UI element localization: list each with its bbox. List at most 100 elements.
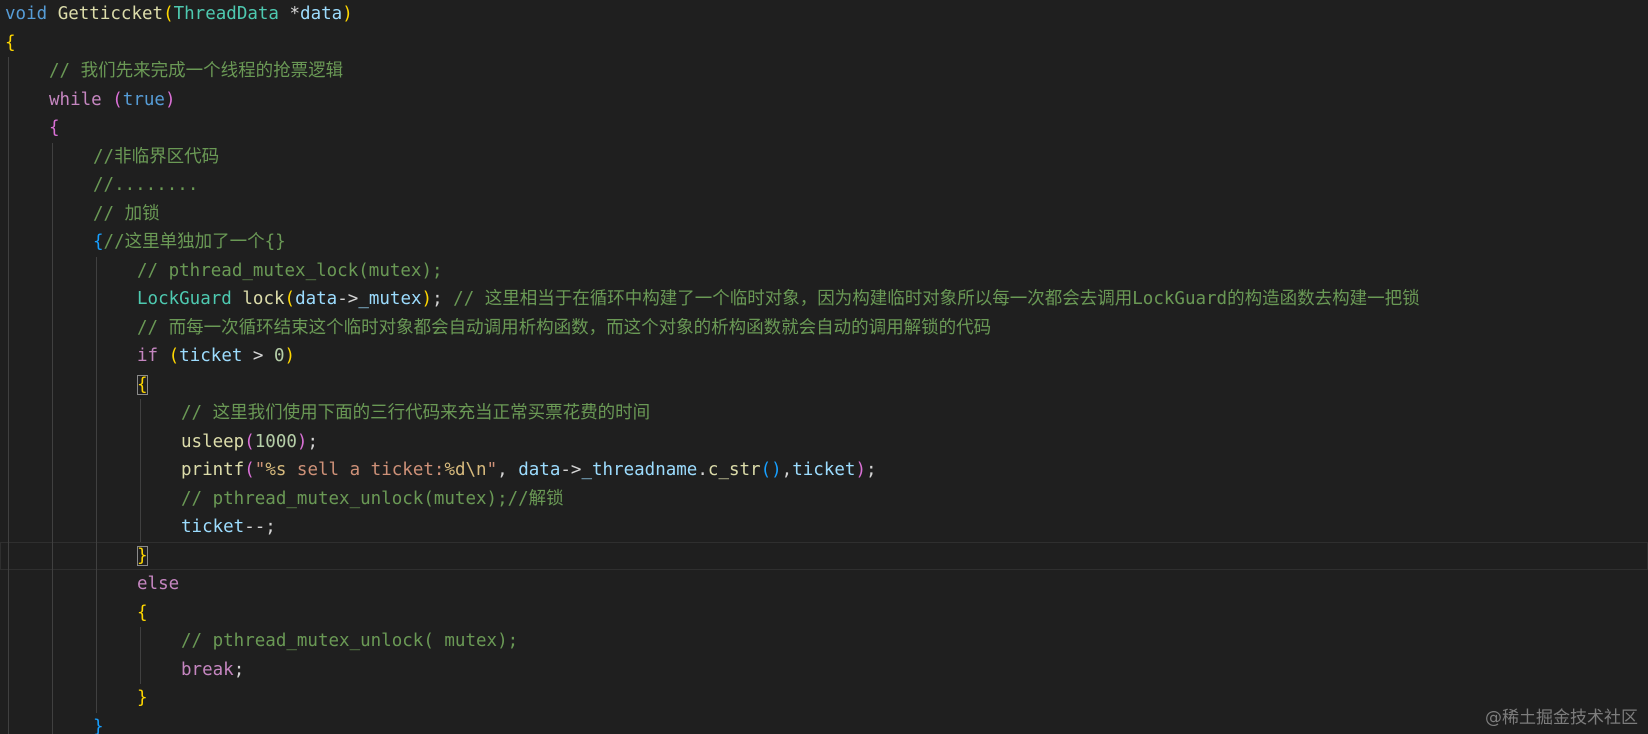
code-line[interactable]: if (ticket > 0) [0, 342, 1648, 371]
indent-guide [52, 427, 53, 456]
indent-guide [8, 313, 9, 342]
code-token: // 我们先来完成一个线程的抢票逻辑 [49, 61, 344, 81]
code-token: data [295, 289, 338, 309]
code-token: Getticcket [57, 4, 164, 24]
code-token: // 这里我们使用下面的三行代码来充当正常买票花费的时间 [181, 403, 651, 423]
code-lines[interactable]: void Getticcket(ThreadData *data){// 我们先… [0, 0, 1648, 734]
code-token: else [137, 574, 180, 594]
code-line-content: break; [181, 656, 244, 685]
code-line[interactable]: // 这里我们使用下面的三行代码来充当正常买票花费的时间 [0, 399, 1648, 428]
code-line[interactable]: // pthread_mutex_unlock( mutex); [0, 627, 1648, 656]
code-token: ticket [792, 460, 856, 480]
code-token: // 这里相当于在循环中构建了一个临时对象，因为构建临时对象所以每一次都会去调用… [453, 289, 1420, 309]
code-line[interactable]: else [0, 570, 1648, 599]
code-line[interactable]: //非临界区代码 [0, 142, 1648, 171]
code-token: // 加锁 [93, 203, 160, 224]
code-token: ) [164, 89, 176, 110]
code-line[interactable]: // 而每一次循环结束这个临时对象都会自动调用析构函数，而这个对象的析构函数就会… [0, 313, 1648, 343]
indent-guide [52, 142, 53, 171]
indent-guide [96, 484, 97, 513]
code-line-content: { [137, 599, 148, 628]
indent-guide [96, 256, 97, 285]
indent-guide [52, 684, 53, 713]
code-line[interactable]: usleep(1000); [0, 427, 1648, 456]
code-line-content: // pthread_mutex_unlock( mutex); [181, 627, 518, 656]
indent-guide [52, 399, 53, 428]
code-line[interactable]: { [0, 114, 1648, 143]
code-line-content: // 这里我们使用下面的三行代码来充当正常买票花费的时间 [181, 399, 650, 428]
code-token: break [181, 659, 234, 680]
code-line[interactable]: {//这里单独加了一个{} [0, 228, 1648, 257]
code-token: %s [265, 460, 287, 480]
code-line[interactable]: } [0, 712, 1648, 734]
indent-guide [8, 655, 9, 684]
code-token: ( [163, 4, 174, 24]
code-token: { [93, 232, 104, 252]
code-line-content: } [137, 684, 148, 713]
indent-guide [8, 342, 9, 371]
code-line[interactable]: void Getticcket(ThreadData *data) [0, 0, 1648, 29]
code-line-content: // 而每一次循环结束这个临时对象都会自动调用析构函数，而这个对象的析构函数就会… [137, 314, 991, 343]
code-line[interactable]: { [0, 370, 1648, 399]
indent-guide [96, 627, 97, 656]
code-token: ; [865, 460, 877, 480]
code-token: -> [560, 460, 582, 480]
code-line-content: { [49, 114, 60, 143]
code-token: while [49, 89, 102, 110]
indent-guide [8, 85, 9, 114]
code-token: " [254, 460, 266, 480]
code-editor[interactable]: void Getticcket(ThreadData *data){// 我们先… [0, 0, 1648, 734]
code-line-content: {//这里单独加了一个{} [93, 228, 286, 257]
indent-guide [52, 370, 53, 399]
indent-guide [52, 513, 53, 542]
indent-guide [52, 598, 53, 627]
code-token: } [93, 716, 104, 734]
code-token: -> [337, 289, 359, 309]
code-line[interactable]: } [0, 684, 1648, 713]
code-line[interactable]: // pthread_mutex_lock(mutex); [0, 256, 1648, 286]
code-token: ; [307, 431, 319, 452]
code-line[interactable]: } [0, 541, 1648, 570]
code-line[interactable]: while (true) [0, 85, 1648, 114]
code-line-content: // pthread_mutex_unlock(mutex);//解锁 [181, 485, 564, 514]
indent-guide [8, 57, 9, 86]
code-line[interactable]: { [0, 598, 1648, 628]
indent-guide [8, 513, 9, 542]
code-token: ) [855, 460, 866, 480]
indent-guide [96, 285, 97, 314]
indent-guide [140, 484, 141, 513]
code-token: _mutex [358, 289, 422, 309]
code-line[interactable]: break; [0, 655, 1648, 685]
code-token: ( [244, 431, 255, 452]
code-token: > [242, 346, 274, 366]
indent-guide [96, 655, 97, 684]
code-token: ( [284, 289, 296, 309]
code-line[interactable]: LockGuard lock(data->_mutex); // 这里相当于在循… [0, 285, 1648, 314]
code-token: ; [233, 659, 245, 680]
code-token: ticket [179, 346, 243, 366]
code-token: // pthread_mutex_unlock(mutex);//解锁 [181, 488, 564, 509]
code-token: ; [432, 289, 454, 309]
indent-guide [8, 171, 9, 200]
code-line[interactable]: // pthread_mutex_unlock(mutex);//解锁 [0, 484, 1648, 514]
code-line[interactable]: // 加锁 [0, 199, 1648, 228]
code-token: lock [242, 289, 285, 309]
code-line[interactable]: //........ [0, 171, 1648, 200]
indent-guide [96, 598, 97, 627]
code-line-content: // pthread_mutex_lock(mutex); [137, 257, 443, 286]
code-token: void [5, 4, 48, 24]
indent-guide [52, 570, 53, 599]
code-token: 1000 [254, 431, 297, 452]
code-token: ) [284, 346, 296, 366]
code-line[interactable]: // 我们先来完成一个线程的抢票逻辑 [0, 57, 1648, 86]
code-token: } [137, 688, 148, 708]
indent-guide [52, 456, 53, 485]
code-line[interactable]: ticket--; [0, 513, 1648, 542]
code-line[interactable]: { [0, 29, 1648, 58]
code-line-content: } [93, 713, 104, 734]
code-line[interactable]: printf("%s sell a ticket:%d\n", data->_t… [0, 456, 1648, 485]
indent-guide [96, 541, 97, 570]
code-token: // 而每一次循环结束这个临时对象都会自动调用析构函数，而这个对象的析构函数就会… [137, 317, 992, 338]
